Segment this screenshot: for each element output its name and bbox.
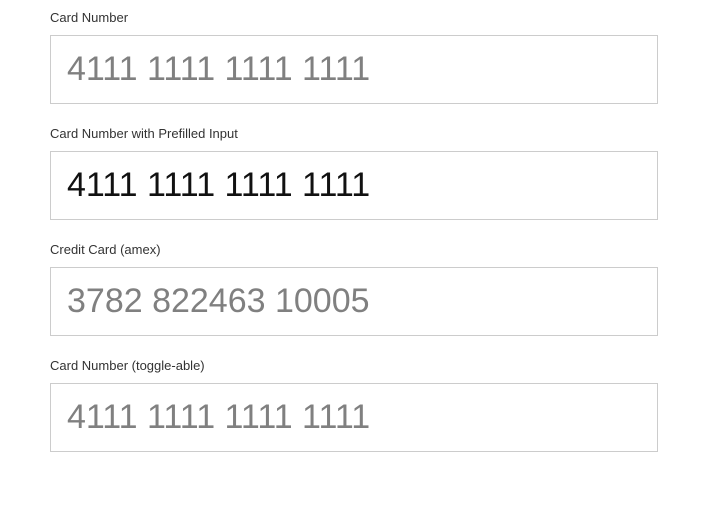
card-number-prefilled-input[interactable] <box>50 151 658 220</box>
card-number-prefilled-label: Card Number with Prefilled Input <box>50 126 658 141</box>
card-number-toggleable-label: Card Number (toggle-able) <box>50 358 658 373</box>
credit-card-amex-input[interactable] <box>50 267 658 336</box>
card-number-input[interactable] <box>50 35 658 104</box>
card-number-label: Card Number <box>50 10 658 25</box>
card-number-toggleable-field: Card Number (toggle-able) <box>50 358 658 452</box>
card-number-prefilled-field: Card Number with Prefilled Input <box>50 126 658 220</box>
credit-card-amex-label: Credit Card (amex) <box>50 242 658 257</box>
card-number-field: Card Number <box>50 10 658 104</box>
credit-card-amex-field: Credit Card (amex) <box>50 242 658 336</box>
card-number-toggleable-input[interactable] <box>50 383 658 452</box>
